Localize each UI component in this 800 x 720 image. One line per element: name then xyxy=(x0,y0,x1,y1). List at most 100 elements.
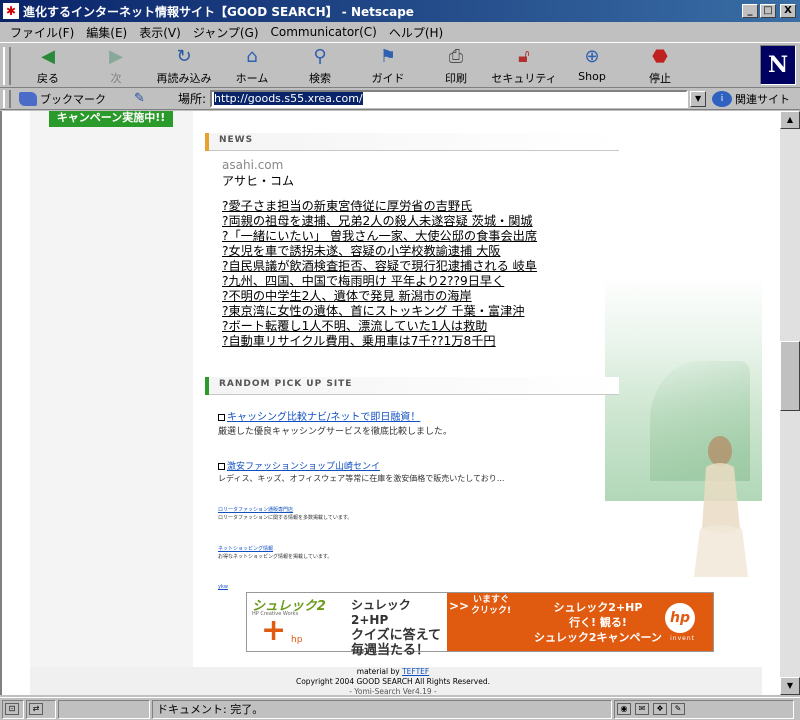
footer-material-link[interactable]: TEFTEF xyxy=(402,667,429,676)
back-button[interactable]: ◀ 戻る xyxy=(14,43,82,87)
security-label: セキュリティ xyxy=(491,72,557,85)
news-link[interactable]: ?自民県議が飲酒検査拒否、容疑で現行犯逮捕される 岐阜 xyxy=(222,259,537,273)
minimize-button[interactable]: _ xyxy=(742,4,758,18)
pickup-header-text: RANDOM PICK UP SITE xyxy=(219,379,353,389)
vertical-scrollbar[interactable]: ▲ ▼ xyxy=(780,111,800,695)
banner-now2: クリック! xyxy=(471,606,512,616)
news-header-bar xyxy=(205,133,209,151)
page-viewport: キャンペーン実施中!! NEWS asahi.com アサヒ・コム ?愛子さま担… xyxy=(0,111,780,695)
banner-campaign-text: シュレック2+HP 行く! 観る! シュレック2キャンペーン xyxy=(523,600,673,645)
news-link[interactable]: ?愛子さま担当の新東宮侍従に厚労省の吉野氏 xyxy=(222,199,472,213)
status-security-cell[interactable]: ⊡ xyxy=(2,699,24,719)
locbar-grip[interactable] xyxy=(3,89,11,108)
related-icon: i xyxy=(712,90,733,107)
news-item[interactable]: ?女児を車で誘拐未遂、容疑の小学校教諭逮捕 大阪 xyxy=(222,244,602,259)
connection-icon: ⇄ xyxy=(29,703,43,715)
pickup-desc: ロリータファッションに関する情報を多数掲載しています。 xyxy=(218,515,353,521)
related-sites-button[interactable]: i 関連サイト xyxy=(712,90,790,107)
url-field[interactable]: http://goods.s55.xrea.com/ xyxy=(210,89,689,108)
news-item[interactable]: ?自動車リサイクル費用、乗用車は7千??1万8千円 xyxy=(222,334,602,349)
navigation-toolbar: ◀ 戻る ▶ 次 ↻ 再読み込み ⌂ ホーム ⚲ 検索 ⚑ ガイド ⎙ 印刷 🔓… xyxy=(0,42,800,88)
composer-icon[interactable]: ✎ xyxy=(671,703,685,715)
netscape-app-icon[interactable]: ✱ xyxy=(3,3,19,19)
footer-copyright: Copyright 2004 GOOD SEARCH All Rights Re… xyxy=(295,677,491,686)
shop-button[interactable]: ⊕ Shop xyxy=(558,43,626,87)
shrek-hp-banner[interactable]: シュレック2 HP Creative Works + hp シュレック2+HP … xyxy=(246,592,714,658)
forward-button[interactable]: ▶ 次 xyxy=(82,43,150,87)
bookmarks-button[interactable]: ブックマーク xyxy=(19,91,106,107)
scroll-up-icon[interactable]: ▲ xyxy=(780,111,800,129)
news-header: NEWS xyxy=(205,133,619,151)
news-link[interactable]: ?不明の中学生2人、遺体で発見 新潟市の海岸 xyxy=(222,289,472,303)
home-icon: ⌂ xyxy=(246,46,258,67)
news-link[interactable]: ?東京湾に女性の遺体、首にストッキング 千葉・富津沖 xyxy=(222,304,524,318)
netscape-logo[interactable]: N xyxy=(760,45,796,85)
print-button[interactable]: ⎙ 印刷 xyxy=(422,43,490,87)
guide-button[interactable]: ⚑ ガイド xyxy=(354,43,422,87)
scroll-down-icon[interactable]: ▼ xyxy=(780,677,800,695)
banner-line3: 毎週当たる！ xyxy=(351,643,430,658)
pickup-item: キャッシング比較ナビ/ネットで即日融資！ 厳選した優良キャッシングサービスを徹底… xyxy=(218,408,618,437)
banner-r1: シュレック2+HP xyxy=(553,601,643,614)
pickup-link[interactable]: キャッシング比較ナビ/ネットで即日融資！ xyxy=(227,412,420,423)
pickup-title-row: ネットショッピング情報 xyxy=(218,545,618,552)
pickup-link[interactable]: ネットショッピング情報 xyxy=(218,546,273,552)
news-source[interactable]: asahi.com xyxy=(222,158,602,172)
news-item[interactable]: ?東京湾に女性の遺体、首にストッキング 千葉・富津沖 xyxy=(222,304,602,319)
pickup-link[interactable]: ykw xyxy=(218,584,228,590)
status-component-bar: ◉ ✉ ❖ ✎ xyxy=(614,699,794,719)
news-item[interactable]: ?ボート転覆し1人不明、漂流していた1人は救助 xyxy=(222,319,602,334)
news-link[interactable]: ?両親の祖母を逮捕、兄弟2人の殺人未遂容疑 茨城・関城 xyxy=(222,214,533,228)
bookmarks-label: ブックマーク xyxy=(40,92,106,106)
mail-icon[interactable]: ✉ xyxy=(635,703,649,715)
shop-icon: ⊕ xyxy=(584,46,600,67)
reload-button[interactable]: ↻ 再読み込み xyxy=(150,43,218,87)
guide-label: ガイド xyxy=(371,72,405,85)
news-item[interactable]: ?不明の中学生2人、遺体で発見 新潟市の海岸 xyxy=(222,289,602,304)
status-bar: ⊡ ⇄ ドキュメント: 完了。 ◉ ✉ ❖ ✎ xyxy=(0,697,800,720)
menu-view[interactable]: 表示(V) xyxy=(135,24,189,41)
menu-edit[interactable]: 編集(E) xyxy=(82,24,135,41)
news-link[interactable]: ?「一緒にいたい」 曽我さん一家、大使公邸の食事会出席 xyxy=(222,229,537,243)
stop-icon: ⬣ xyxy=(652,46,668,67)
menu-file[interactable]: ファイル(F) xyxy=(6,24,82,41)
home-label: ホーム xyxy=(235,72,269,85)
news-item[interactable]: ?九州、四国、中国で梅雨明け 平年より2??9日早く xyxy=(222,274,602,289)
navigator-icon[interactable]: ◉ xyxy=(617,703,631,715)
menu-go[interactable]: ジャンプ(G) xyxy=(189,24,267,41)
stop-button[interactable]: ⬣ 停止 xyxy=(626,43,694,87)
security-button[interactable]: 🔓︎ セキュリティ xyxy=(490,43,558,87)
discussion-icon[interactable]: ❖ xyxy=(653,703,667,715)
reload-icon: ↻ xyxy=(176,46,192,67)
pickup-desc: お得なネットショッピング情報を掲載しています。 xyxy=(218,554,333,560)
menu-help[interactable]: ヘルプ(H) xyxy=(385,24,451,41)
forward-label: 次 xyxy=(110,72,122,85)
page-proxy-icon[interactable]: ✎ xyxy=(134,91,148,107)
news-block: asahi.com アサヒ・コム ?愛子さま担当の新東宮侍従に厚労省の吉野氏 ?… xyxy=(222,158,602,349)
pickup-link[interactable]: ロリータファッション通販専門店 xyxy=(218,507,293,513)
home-button[interactable]: ⌂ ホーム xyxy=(218,43,286,87)
news-item[interactable]: ?愛子さま担当の新東宮侍従に厚労省の吉野氏 xyxy=(222,199,602,214)
maximize-button[interactable]: □ xyxy=(760,4,776,18)
menu-communicator[interactable]: Communicator(C) xyxy=(267,25,385,39)
news-item[interactable]: ?両親の祖母を逮捕、兄弟2人の殺人未遂容疑 茨城・関城 xyxy=(222,214,602,229)
toolbar-grip[interactable] xyxy=(3,47,11,85)
pickup-item: 激安ファッションショップ山崎センイ レディス、キッズ、オフィスウェア等常に在庫を… xyxy=(218,459,618,484)
news-link[interactable]: ?女児を車で誘拐未遂、容疑の小学校教諭逮捕 大阪 xyxy=(222,244,500,258)
campaign-button[interactable]: キャンペーン実施中!! xyxy=(49,111,173,127)
scroll-thumb[interactable] xyxy=(780,341,800,411)
search-button[interactable]: ⚲ 検索 xyxy=(286,43,354,87)
news-link[interactable]: ?九州、四国、中国で梅雨明け 平年より2??9日早く xyxy=(222,274,504,288)
news-item[interactable]: ?自民県議が飲酒検査拒否、容疑で現行犯逮捕される 岐阜 xyxy=(222,259,602,274)
banner-plus: + xyxy=(261,613,287,648)
news-link[interactable]: ?ボート転覆し1人不明、漂流していた1人は救助 xyxy=(222,319,487,333)
pickup-link[interactable]: 激安ファッションショップ山崎センイ xyxy=(227,462,380,472)
banner-left: シュレック2 HP Creative Works + hp シュレック2+HP … xyxy=(247,593,447,658)
url-dropdown-icon[interactable]: ▼ xyxy=(690,90,707,107)
status-online-cell[interactable]: ⇄ xyxy=(26,699,56,719)
news-link[interactable]: ?自動車リサイクル費用、乗用車は7千??1万8千円 xyxy=(222,334,496,348)
guide-icon: ⚑ xyxy=(379,46,397,67)
bookmark-icon xyxy=(19,91,37,106)
close-button[interactable]: X xyxy=(780,4,796,18)
news-item[interactable]: ?「一緒にいたい」 曽我さん一家、大使公邸の食事会出席 xyxy=(222,229,602,244)
